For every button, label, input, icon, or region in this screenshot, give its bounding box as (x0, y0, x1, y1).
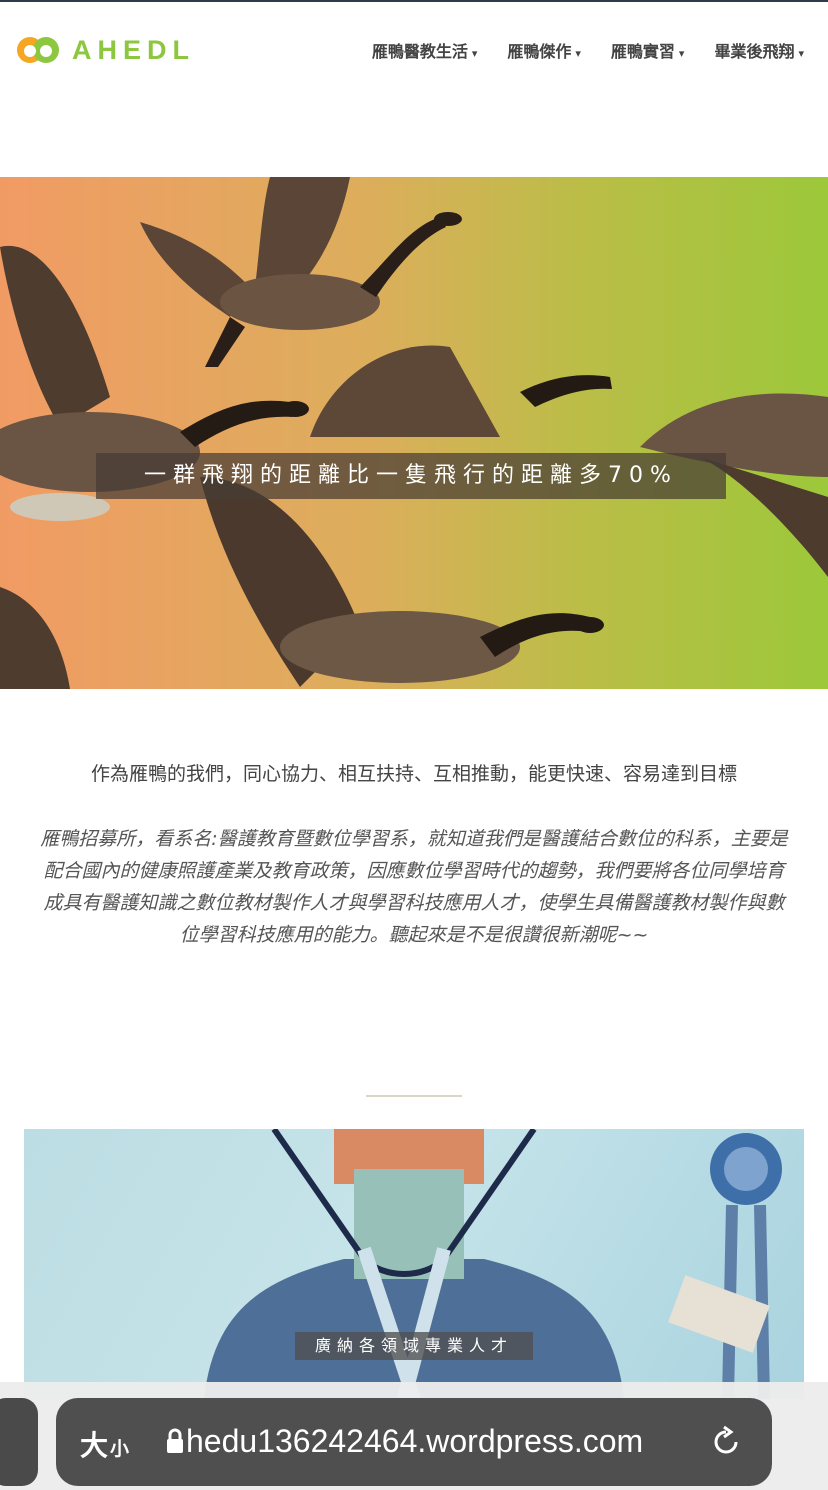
section-divider (366, 1095, 462, 1097)
nav-item-works[interactable]: 雁鴨傑作 ▾ (507, 38, 581, 62)
feature-image: 廣納各領域專業人才 (24, 1129, 804, 1399)
intro-lead: 作為雁鴨的我們，同心協力、相互扶持、互相推動，能更快速、容易達到目標 (90, 763, 737, 785)
logo-text: AHEDL (72, 34, 195, 65)
nav-label: 雁鴨醫教生活 (371, 42, 468, 61)
goose-partial (0, 587, 70, 689)
chevron-down-icon: ▾ (575, 47, 581, 60)
chevron-down-icon: ▾ (678, 47, 685, 60)
chevron-down-icon: ▾ (471, 47, 478, 60)
goose-top (140, 177, 462, 367)
intro-body: 雁鴨招募所，看系名:醫護教育暨數位學習系，就知道我們是醫護結合數位的科系，主要是… (40, 828, 788, 946)
address-bar[interactable]: 大小 hedu136242464.wordpress.com (56, 1398, 772, 1486)
text-size-button[interactable]: 大小 (80, 1424, 129, 1464)
nav-item-life[interactable]: 雁鴨醫教生活 ▾ (372, 38, 478, 62)
nav-item-after-graduation[interactable]: 畢業後飛翔 ▾ (714, 38, 804, 62)
nav-label: 雁鴨實習 (610, 42, 675, 61)
hero-banner: 一群飛翔的距離比一隻飛行的距離多70% (0, 177, 828, 689)
nav-label: 畢業後飛翔 (714, 42, 795, 61)
main-nav: 雁鴨醫教生活 ▾ 雁鴨傑作 ▾ 雁鴨實習 ▾ 畢業後飛翔 ▾ (372, 38, 804, 62)
logo-mark-icon (17, 37, 59, 63)
browser-toolbar: 大小 hedu136242464.wordpress.com (0, 1382, 828, 1490)
tab-switcher[interactable] (0, 1398, 38, 1486)
url-text: hedu136242464.wordpress.com (186, 1423, 644, 1459)
hero-caption: 一群飛翔的距離比一隻飛行的距離多70% (96, 453, 726, 499)
site-header: AHEDL 雁鴨醫教生活 ▾ 雁鴨傑作 ▾ 雁鴨實習 ▾ 畢業後飛翔 ▾ (0, 2, 828, 92)
reload-icon[interactable] (708, 1424, 744, 1460)
flying-geese-illustration (0, 177, 828, 689)
text-size-large: 大 (80, 1429, 109, 1462)
nav-item-internship[interactable]: 雁鴨實習 ▾ (611, 38, 685, 62)
site-logo[interactable]: AHEDL (16, 34, 195, 66)
text-size-small: 小 (110, 1438, 130, 1460)
chevron-down-icon: ▾ (798, 47, 804, 60)
feature-caption: 廣納各領域專業人才 (295, 1332, 533, 1360)
nav-label: 雁鴨傑作 (507, 42, 572, 61)
lock-icon (167, 1428, 183, 1453)
